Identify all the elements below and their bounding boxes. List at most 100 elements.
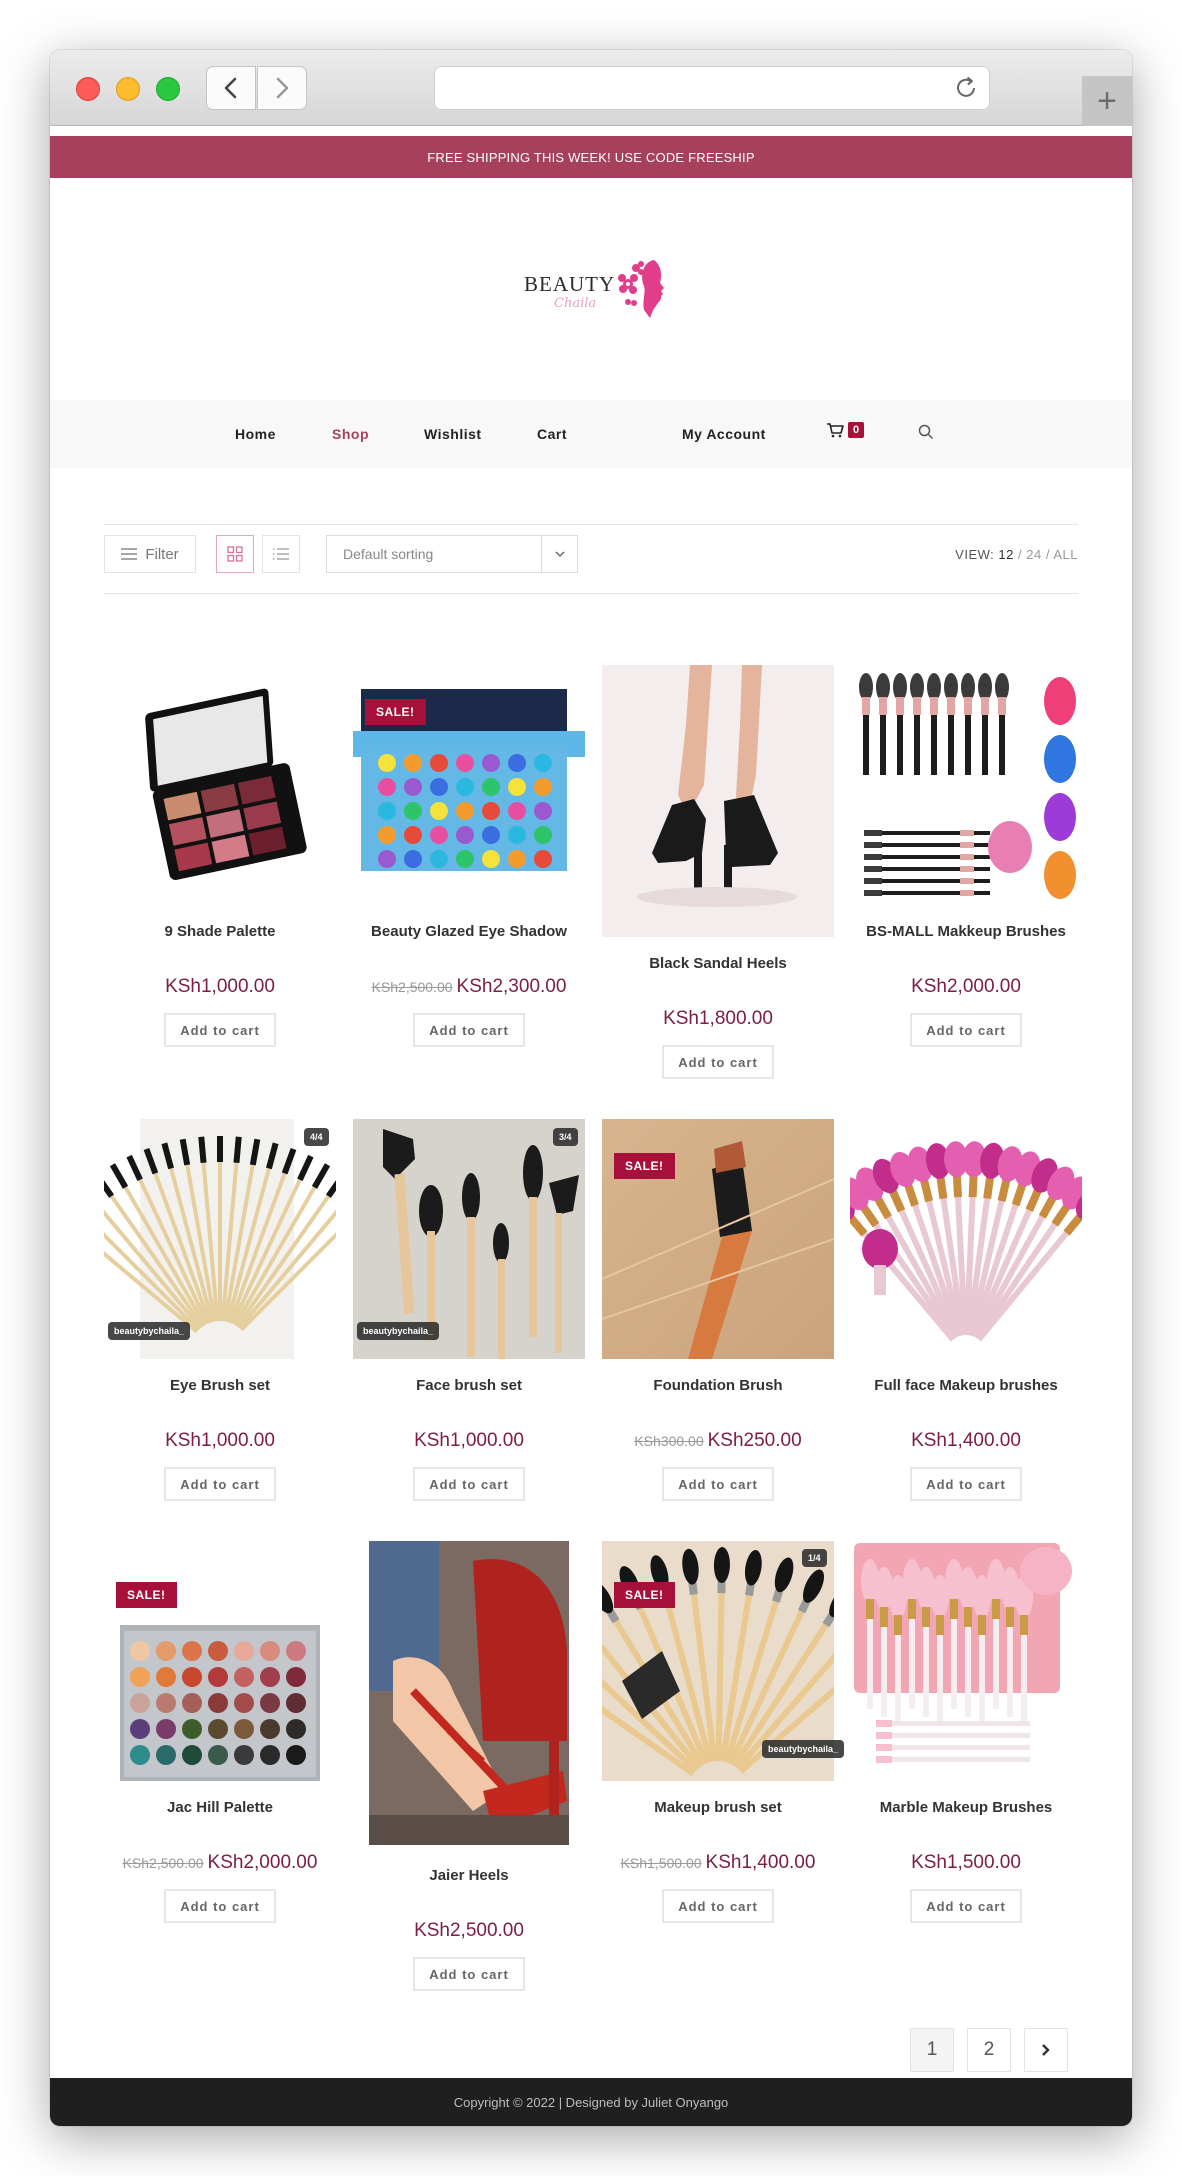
main-navigation: Home Shop Wishlist Cart My Account 0 [50, 400, 1132, 468]
nav-home[interactable]: Home [235, 426, 276, 442]
product-price-current: KSh1,400.00 [911, 1430, 1021, 1451]
filter-button[interactable]: Filter [104, 535, 196, 573]
product-price: KSh300.00 KSh250.00 [602, 1430, 834, 1452]
woman-profile-flower-icon [618, 260, 664, 318]
image-count-tag: 4/4 [304, 1128, 329, 1146]
forward-button[interactable] [257, 66, 307, 110]
view-option-24[interactable]: 24 [1026, 547, 1041, 562]
product-price-current: KSh1,800.00 [663, 1008, 773, 1029]
product-price: KSh1,500.00 KSh1,400.00 [602, 1852, 834, 1874]
nav-wishlist[interactable]: Wishlist [424, 426, 482, 442]
next-page-button[interactable] [1024, 2028, 1068, 2072]
product-title[interactable]: Jac Hill Palette [104, 1799, 336, 1816]
product-title[interactable]: Face brush set [353, 1377, 585, 1394]
sort-select[interactable]: Default sorting [326, 535, 578, 573]
product-price-old: KSh1,500.00 [620, 1855, 702, 1871]
close-window-button[interactable] [76, 77, 100, 101]
view-option-12[interactable]: 12 [998, 547, 1013, 562]
new-tab-button[interactable]: + [1082, 76, 1132, 126]
address-bar[interactable] [434, 66, 990, 110]
add-to-cart-button[interactable]: Add to cart [662, 1467, 774, 1501]
add-to-cart-button[interactable]: Add to cart [413, 1957, 525, 1991]
sale-badge: SALE! [365, 699, 426, 725]
site-footer: Copyright © 2022 | Designed by Juliet On… [50, 2078, 1132, 2126]
nav-my-account[interactable]: My Account [682, 426, 766, 442]
product-image[interactable] [850, 665, 1082, 905]
list-icon [273, 548, 289, 560]
site-logo[interactable]: BEAUTY Chaila [524, 256, 674, 322]
product-title[interactable]: Beauty Glazed Eye Shadow [353, 923, 585, 940]
search-icon[interactable] [918, 424, 934, 440]
add-to-cart-button[interactable]: Add to cart [910, 1013, 1022, 1047]
minimize-window-button[interactable] [116, 77, 140, 101]
add-to-cart-button[interactable]: Add to cart [662, 1045, 774, 1079]
product-title[interactable]: Jaier Heels [353, 1867, 585, 1884]
product-title[interactable]: BS-MALL Makkeup Brushes [850, 923, 1082, 940]
reload-icon[interactable] [953, 75, 979, 101]
maximize-window-button[interactable] [156, 77, 180, 101]
grid-view-button[interactable] [216, 535, 254, 573]
product-price: KSh1,000.00 [353, 1430, 585, 1452]
back-button[interactable] [206, 66, 256, 110]
product-price-current: KSh1,500.00 [911, 1852, 1021, 1873]
plus-icon: + [1097, 82, 1117, 120]
logo-script: Chaila [554, 296, 597, 311]
filter-label: Filter [145, 545, 179, 563]
grid-icon [227, 546, 243, 562]
product-title[interactable]: Black Sandal Heels [602, 955, 834, 972]
shopping-cart-icon [827, 423, 844, 438]
product-image[interactable] [104, 665, 336, 905]
product-title[interactable]: Eye Brush set [104, 1377, 336, 1394]
cart-link[interactable]: 0 [826, 422, 865, 438]
view-option-all[interactable]: ALL [1053, 547, 1078, 562]
product-title[interactable]: Marble Makeup Brushes [850, 1799, 1082, 1816]
chevron-down-icon [541, 536, 577, 572]
product-price-current: KSh1,000.00 [165, 976, 275, 997]
promo-text: FREE SHIPPING THIS WEEK! USE CODE FREESH… [427, 149, 755, 165]
product-image[interactable] [353, 1541, 585, 1845]
product-image[interactable] [850, 1119, 1082, 1359]
list-view-button[interactable] [262, 535, 300, 573]
product-price: KSh1,400.00 [850, 1430, 1082, 1452]
menu-lines-icon [121, 548, 138, 560]
product-price: KSh2,500.00 KSh2,300.00 [353, 976, 585, 998]
add-to-cart-button[interactable]: Add to cart [910, 1889, 1022, 1923]
add-to-cart-button[interactable]: Add to cart [413, 1467, 525, 1501]
page-1-button[interactable]: 1 [910, 2028, 954, 2072]
nav-shop[interactable]: Shop [332, 426, 369, 442]
site-header: BEAUTY Chaila [50, 178, 1132, 400]
add-to-cart-button[interactable]: Add to cart [164, 1013, 276, 1047]
add-to-cart-button[interactable]: Add to cart [910, 1467, 1022, 1501]
sort-value: Default sorting [343, 546, 434, 562]
product-price-old: KSh2,500.00 [122, 1855, 204, 1871]
image-user-tag: beautybychaila_ [108, 1322, 191, 1340]
product-price-current: KSh2,500.00 [414, 1920, 524, 1941]
product-price: KSh1,000.00 [104, 976, 336, 998]
add-to-cart-button[interactable]: Add to cart [413, 1013, 525, 1047]
sale-badge: SALE! [116, 1582, 177, 1608]
add-to-cart-button[interactable]: Add to cart [164, 1467, 276, 1501]
products-per-page: VIEW: 12 / 24 / ALL [955, 547, 1078, 562]
sale-badge: SALE! [614, 1153, 675, 1179]
product-image[interactable] [104, 1541, 336, 1781]
add-to-cart-button[interactable]: Add to cart [164, 1889, 276, 1923]
product-price-current: KSh1,400.00 [705, 1852, 816, 1873]
product-price-current: KSh1,000.00 [414, 1430, 524, 1451]
product-image[interactable] [602, 665, 834, 937]
chevron-right-icon [1042, 2044, 1050, 2056]
promo-banner: FREE SHIPPING THIS WEEK! USE CODE FREESH… [50, 136, 1132, 178]
product-image[interactable] [850, 1541, 1082, 1781]
page-2-button[interactable]: 2 [967, 2028, 1011, 2072]
webpage: FREE SHIPPING THIS WEEK! USE CODE FREESH… [50, 126, 1132, 2126]
product-title[interactable]: Full face Makeup brushes [850, 1377, 1082, 1394]
product-title[interactable]: Foundation Brush [602, 1377, 834, 1394]
product-price-current: KSh2,300.00 [456, 976, 567, 997]
image-user-tag: beautybychaila_ [357, 1322, 440, 1340]
chevron-left-icon [224, 77, 237, 99]
product-price: KSh1,500.00 [850, 1852, 1082, 1874]
product-title[interactable]: Makeup brush set [602, 1799, 834, 1816]
add-to-cart-button[interactable]: Add to cart [662, 1889, 774, 1923]
browser-window: + FREE SHIPPING THIS WEEK! USE CODE FREE… [50, 50, 1132, 2126]
nav-cart[interactable]: Cart [537, 426, 567, 442]
product-title[interactable]: 9 Shade Palette [104, 923, 336, 940]
